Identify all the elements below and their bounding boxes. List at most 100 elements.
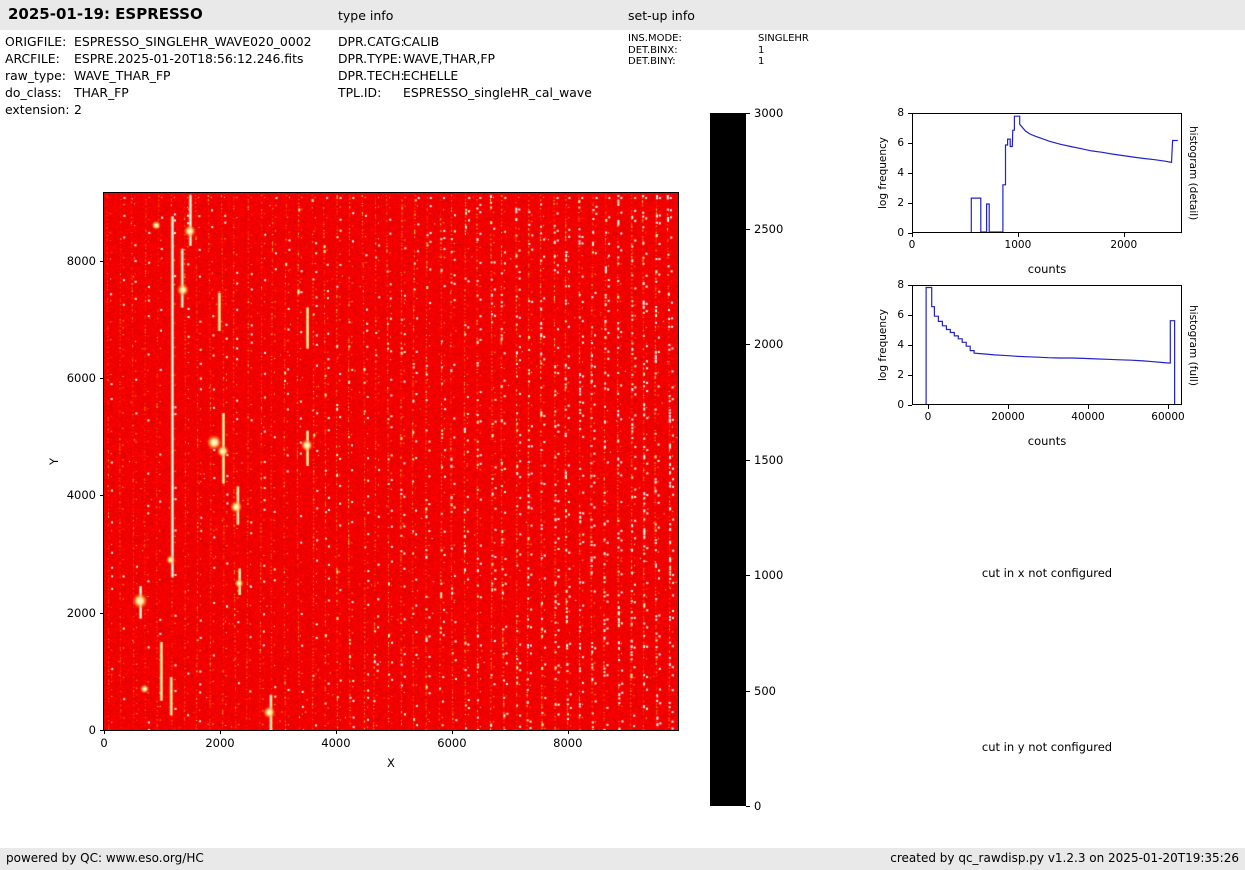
x-tick-label: 2000 [1110,239,1137,251]
colorbar-tick-mark [746,113,750,114]
meta-row: do_class:THAR_FP [5,84,311,101]
x-tick-mark [104,730,105,734]
meta-row: DET.BINX:1 [628,45,809,57]
histogram-curve [926,288,1175,405]
meta-value: WAVE,THAR,FP [403,50,495,67]
x-tick-mark [336,730,337,734]
main-yaxis-label-wrap: Y [46,193,62,730]
y-tick-mark [908,345,912,346]
footer-created-by: created by qc_rawdisp.py v1.2.3 on 2025-… [890,851,1239,865]
x-tick-mark [1018,233,1019,237]
colorbar-tick-label: 2500 [754,222,794,236]
meta-row: ARCFILE:ESPRE.2025-01-20T18:56:12.246.fi… [5,50,311,67]
meta-value: ESPRE.2025-01-20T18:56:12.246.fits [74,50,303,67]
footer-bar: powered by QC: www.eso.org/HC created by… [0,848,1245,870]
y-tick-label: 8 [866,107,904,119]
page-title: 2025-01-19: ESPRESSO [8,5,203,23]
meta-row: raw_type:WAVE_THAR_FP [5,67,311,84]
meta-row: DPR.TECH:ECHELLE [338,67,592,84]
x-tick-label: 0 [909,239,916,251]
meta-label: TPL.ID: [338,84,403,101]
colorbar-tick-mark [746,229,750,230]
x-tick-label: 1000 [1005,239,1032,251]
y-tick-mark [908,233,912,234]
meta-value: 1 [758,56,764,68]
y-tick-label: 2000 [58,606,96,620]
meta-row: TPL.ID:ESPRESSO_singleHR_cal_wave [338,84,592,101]
meta-row: INS.MODE:SINGLEHR [628,33,809,45]
detector-image-plot [103,192,679,731]
y-tick-label: 2 [866,369,904,381]
y-tick-mark [908,203,912,204]
main-xaxis-label: X [104,756,678,770]
y-tick-label: 0 [58,723,96,737]
histogram-full-line [913,286,1181,404]
meta-label: DPR.TYPE: [338,50,403,67]
qc-report-page: 2025-01-19: ESPRESSO type info set-up in… [0,0,1245,870]
meta-label: DPR.TECH: [338,67,403,84]
histogram-detail-xaxis-label: counts [912,262,1182,276]
y-tick-label: 8000 [58,254,96,268]
y-tick-label: 4 [866,167,904,179]
header-bar: 2025-01-19: ESPRESSO type info set-up in… [0,0,1245,30]
y-tick-label: 6000 [58,371,96,385]
meta-value: ECHELLE [403,67,458,84]
meta-row: DET.BINY:1 [628,56,809,68]
y-tick-mark [100,613,104,614]
x-tick-label: 20000 [991,411,1024,423]
x-tick-mark [568,730,569,734]
meta-label: DET.BINX: [628,45,758,57]
y-tick-label: 0 [866,227,904,239]
meta-row: DPR.TYPE:WAVE,THAR,FP [338,50,592,67]
histogram-detail-title-wrap: histogram (detail) [1186,113,1200,233]
type-info-heading: type info [338,8,393,23]
meta-value: ESPRESSO_singleHR_cal_wave [403,84,592,101]
meta-label: ORIGFILE: [5,33,74,50]
histogram-full-title: histogram (full) [1187,305,1199,386]
meta-label: do_class: [5,84,74,101]
y-tick-mark [908,315,912,316]
y-tick-mark [100,261,104,262]
x-tick-mark [1088,405,1089,409]
colorbar-tick-label: 500 [754,684,794,698]
meta-value: 2 [74,101,82,118]
y-tick-label: 2 [866,197,904,209]
x-tick-label: 0 [925,411,932,423]
meta-row: ORIGFILE:ESPRESSO_SINGLEHR_WAVE020_0002 [5,33,311,50]
x-tick-mark [1168,405,1169,409]
meta-label: INS.MODE: [628,33,758,45]
y-tick-mark [908,405,912,406]
meta-row: extension:2 [5,101,311,118]
meta-value: 1 [758,45,764,57]
histogram-full-plot [912,285,1182,405]
y-tick-mark [100,495,104,496]
colorbar-tick-mark [746,575,750,576]
colorbar-tick-label: 0 [754,799,794,813]
colorbar-tick-mark [746,460,750,461]
histogram-full-xaxis-label: counts [912,434,1182,448]
meta-value: WAVE_THAR_FP [74,67,171,84]
meta-label: raw_type: [5,67,74,84]
footer-powered-by: powered by QC: www.eso.org/HC [6,851,204,865]
x-tick-label: 0 [100,736,107,750]
x-tick-mark [1008,405,1009,409]
type-info-block: DPR.CATG:CALIBDPR.TYPE:WAVE,THAR,FPDPR.T… [338,33,592,101]
meta-label: DET.BINY: [628,56,758,68]
histogram-detail-line [913,114,1181,232]
colorbar-tick-mark [746,344,750,345]
colorbar-tick-label: 2000 [754,337,794,351]
y-tick-mark [908,143,912,144]
histogram-full-title-wrap: histogram (full) [1186,285,1200,405]
y-tick-label: 6 [866,309,904,321]
meta-label: ARCFILE: [5,50,74,67]
x-tick-label: 6000 [437,736,466,750]
y-tick-mark [908,375,912,376]
x-tick-label: 40000 [1071,411,1104,423]
y-tick-label: 8 [866,279,904,291]
colorbar [710,113,746,806]
meta-value: THAR_FP [74,84,129,101]
y-tick-label: 4 [866,339,904,351]
x-tick-label: 8000 [553,736,582,750]
setup-info-heading: set-up info [628,8,695,23]
meta-label: extension: [5,101,74,118]
